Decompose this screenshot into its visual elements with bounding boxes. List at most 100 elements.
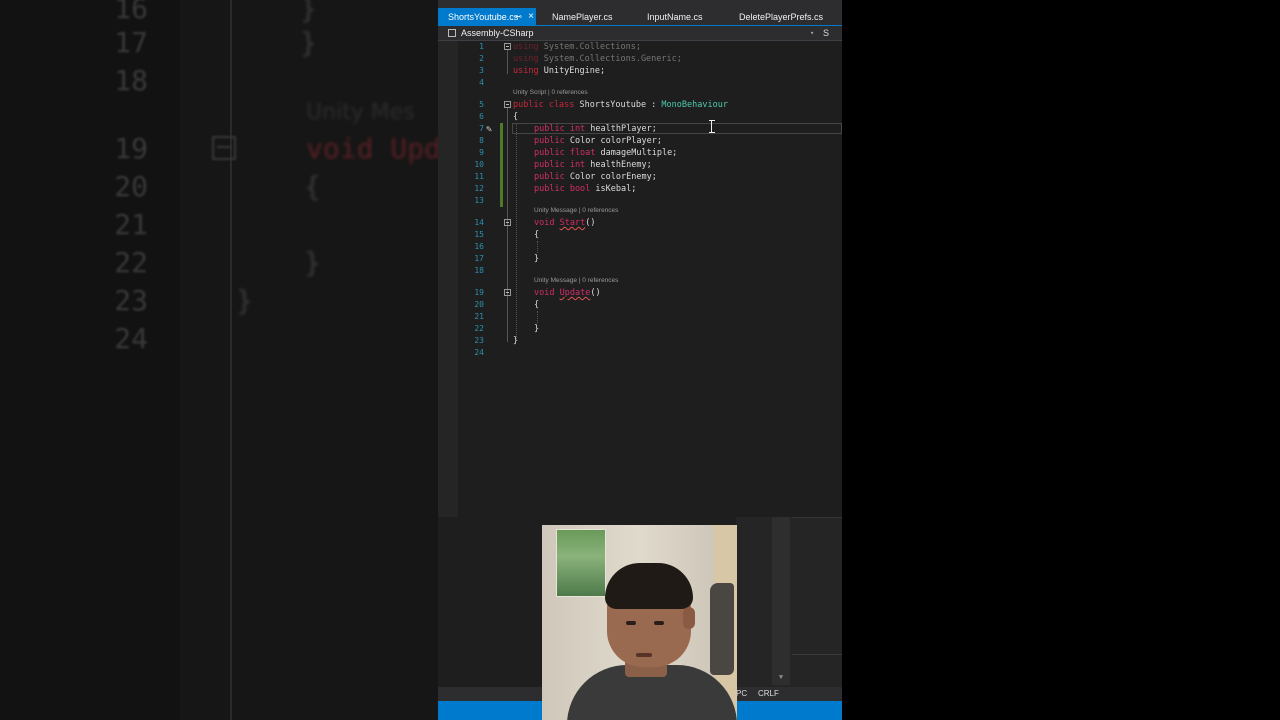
line-number: 14 bbox=[474, 218, 484, 227]
indent-guide bbox=[537, 311, 538, 323]
status-encoding[interactable]: PC bbox=[736, 687, 747, 701]
background-brace: } bbox=[304, 246, 321, 279]
close-icon[interactable]: × bbox=[528, 8, 534, 26]
presenter-eye bbox=[654, 621, 664, 625]
code-line-22: } bbox=[534, 324, 540, 334]
text-cursor-icon bbox=[709, 120, 715, 133]
tab-label: ShortsYoutube.cs bbox=[448, 12, 519, 22]
background-gutter bbox=[0, 0, 180, 720]
background-code-void: void Upd bbox=[306, 132, 438, 165]
presenter-ear bbox=[683, 607, 695, 629]
indent-guide bbox=[537, 241, 538, 253]
presenter-hair bbox=[605, 563, 693, 609]
code-line-12: public bool isKebal; bbox=[534, 184, 637, 194]
background-line-number: 23 bbox=[114, 284, 148, 317]
line-number: 2 bbox=[479, 54, 484, 63]
navigation-bar: Assembly-CSharp ▾ S bbox=[438, 26, 842, 41]
fold-collapse-icon[interactable] bbox=[504, 43, 511, 50]
fold-collapse-icon[interactable] bbox=[504, 289, 511, 296]
member-dropdown[interactable]: S bbox=[823, 26, 829, 40]
line-number: 15 bbox=[474, 230, 484, 239]
line-number: 22 bbox=[474, 324, 484, 333]
background-brace: } bbox=[236, 284, 253, 317]
background-line-number: 24 bbox=[114, 322, 148, 355]
background-line-number: 18 bbox=[114, 64, 148, 97]
webcam-bag bbox=[710, 583, 734, 675]
line-number: 4 bbox=[479, 78, 484, 87]
fold-collapse-icon[interactable] bbox=[504, 101, 511, 108]
side-panel bbox=[792, 517, 842, 688]
line-number: 5 bbox=[479, 100, 484, 109]
line-number: 21 bbox=[474, 312, 484, 321]
vertical-scrollbar[interactable] bbox=[772, 517, 790, 685]
code-editor[interactable]: 1 2 3 4 5 6 7 8 9 10 11 12 13 14 15 16 1… bbox=[438, 41, 842, 517]
fold-line bbox=[507, 50, 508, 74]
codelens-update[interactable]: Unity Message | 0 references bbox=[534, 277, 618, 284]
codelens-start[interactable]: Unity Message | 0 references bbox=[534, 207, 618, 214]
line-number: 7 bbox=[479, 124, 484, 133]
tab-inputname[interactable]: InputName.cs bbox=[647, 8, 703, 26]
line-number: 1 bbox=[479, 42, 484, 51]
presenter-eye bbox=[626, 621, 636, 625]
change-indicator bbox=[500, 123, 503, 207]
pin-icon[interactable]: ⊸ bbox=[515, 8, 522, 26]
line-number: 3 bbox=[479, 66, 484, 75]
lower-left-pane bbox=[438, 517, 542, 687]
webcam-poster bbox=[556, 529, 606, 597]
code-line-15: { bbox=[534, 230, 540, 240]
indent-guide bbox=[516, 123, 517, 339]
background-zoomed-code: 16 17 18 19 20 21 22 23 24 } } Unity Mes… bbox=[0, 0, 438, 720]
tab-nameplayer[interactable]: NamePlayer.cs bbox=[552, 8, 613, 26]
line-number: 9 bbox=[479, 148, 484, 157]
tab-deleteplayerprefs[interactable]: DeletePlayerPrefs.cs bbox=[739, 8, 823, 26]
code-line-5: public class ShortsYoutube : MonoBehavio… bbox=[513, 100, 728, 110]
code-line-7: public int healthPlayer; bbox=[534, 124, 657, 134]
background-codelens: Unity Mes bbox=[306, 100, 415, 125]
tab-shortsyoutube[interactable]: ShortsYoutube.cs ⊸ × bbox=[438, 8, 536, 26]
line-number: 11 bbox=[474, 172, 484, 181]
code-line-2: using System.Collections.Generic; bbox=[513, 54, 682, 64]
code-line-19: void Update() bbox=[534, 288, 601, 298]
background-brace: } bbox=[300, 0, 317, 25]
line-number: 6 bbox=[479, 112, 484, 121]
tab-bar: ShortsYoutube.cs ⊸ × NamePlayer.cs Input… bbox=[438, 0, 842, 26]
code-line-11: public Color colorEnemy; bbox=[534, 172, 657, 182]
code-line-1: using System.Collections; bbox=[513, 42, 641, 52]
side-panel-divider bbox=[792, 654, 842, 655]
line-number: 12 bbox=[474, 184, 484, 193]
scroll-down-icon[interactable]: ▼ bbox=[772, 673, 790, 685]
code-line-9: public float damageMultiple; bbox=[534, 148, 678, 158]
webcam-overlay bbox=[542, 525, 737, 720]
fold-collapse-icon[interactable] bbox=[504, 219, 511, 226]
background-separator bbox=[230, 0, 250, 720]
background-brace: { bbox=[304, 170, 321, 203]
right-black-area bbox=[842, 0, 1280, 720]
chevron-down-icon[interactable]: ▾ bbox=[810, 26, 814, 40]
line-number: 10 bbox=[474, 160, 484, 169]
background-line-number: 21 bbox=[114, 208, 148, 241]
pencil-icon[interactable]: ✎ bbox=[486, 124, 492, 135]
background-brace: } bbox=[300, 26, 317, 59]
status-line-ending[interactable]: CRLF bbox=[758, 687, 779, 701]
codelens-class[interactable]: Unity Script | 0 references bbox=[513, 89, 588, 96]
background-line-number: 19 bbox=[114, 132, 148, 165]
line-number: 17 bbox=[474, 254, 484, 263]
code-line-3: using UnityEngine; bbox=[513, 66, 606, 76]
project-icon bbox=[448, 29, 456, 37]
line-number: 19 bbox=[474, 288, 484, 297]
background-fold-icon bbox=[212, 136, 236, 160]
code-line-23: } bbox=[513, 336, 519, 346]
line-number: 20 bbox=[474, 300, 484, 309]
line-number: 13 bbox=[474, 196, 484, 205]
line-number: 16 bbox=[474, 242, 484, 251]
code-line-14: void Start() bbox=[534, 218, 596, 228]
background-line-number: 22 bbox=[114, 246, 148, 279]
line-number: 24 bbox=[474, 348, 484, 357]
code-line-20: { bbox=[534, 300, 540, 310]
project-label: Assembly-CSharp bbox=[461, 28, 534, 38]
code-line-10: public int healthEnemy; bbox=[534, 160, 652, 170]
line-number: 8 bbox=[479, 136, 484, 145]
code-line-8: public Color colorPlayer; bbox=[534, 136, 662, 146]
background-line-number: 17 bbox=[114, 26, 148, 59]
background-line-number: 16 bbox=[114, 0, 148, 25]
